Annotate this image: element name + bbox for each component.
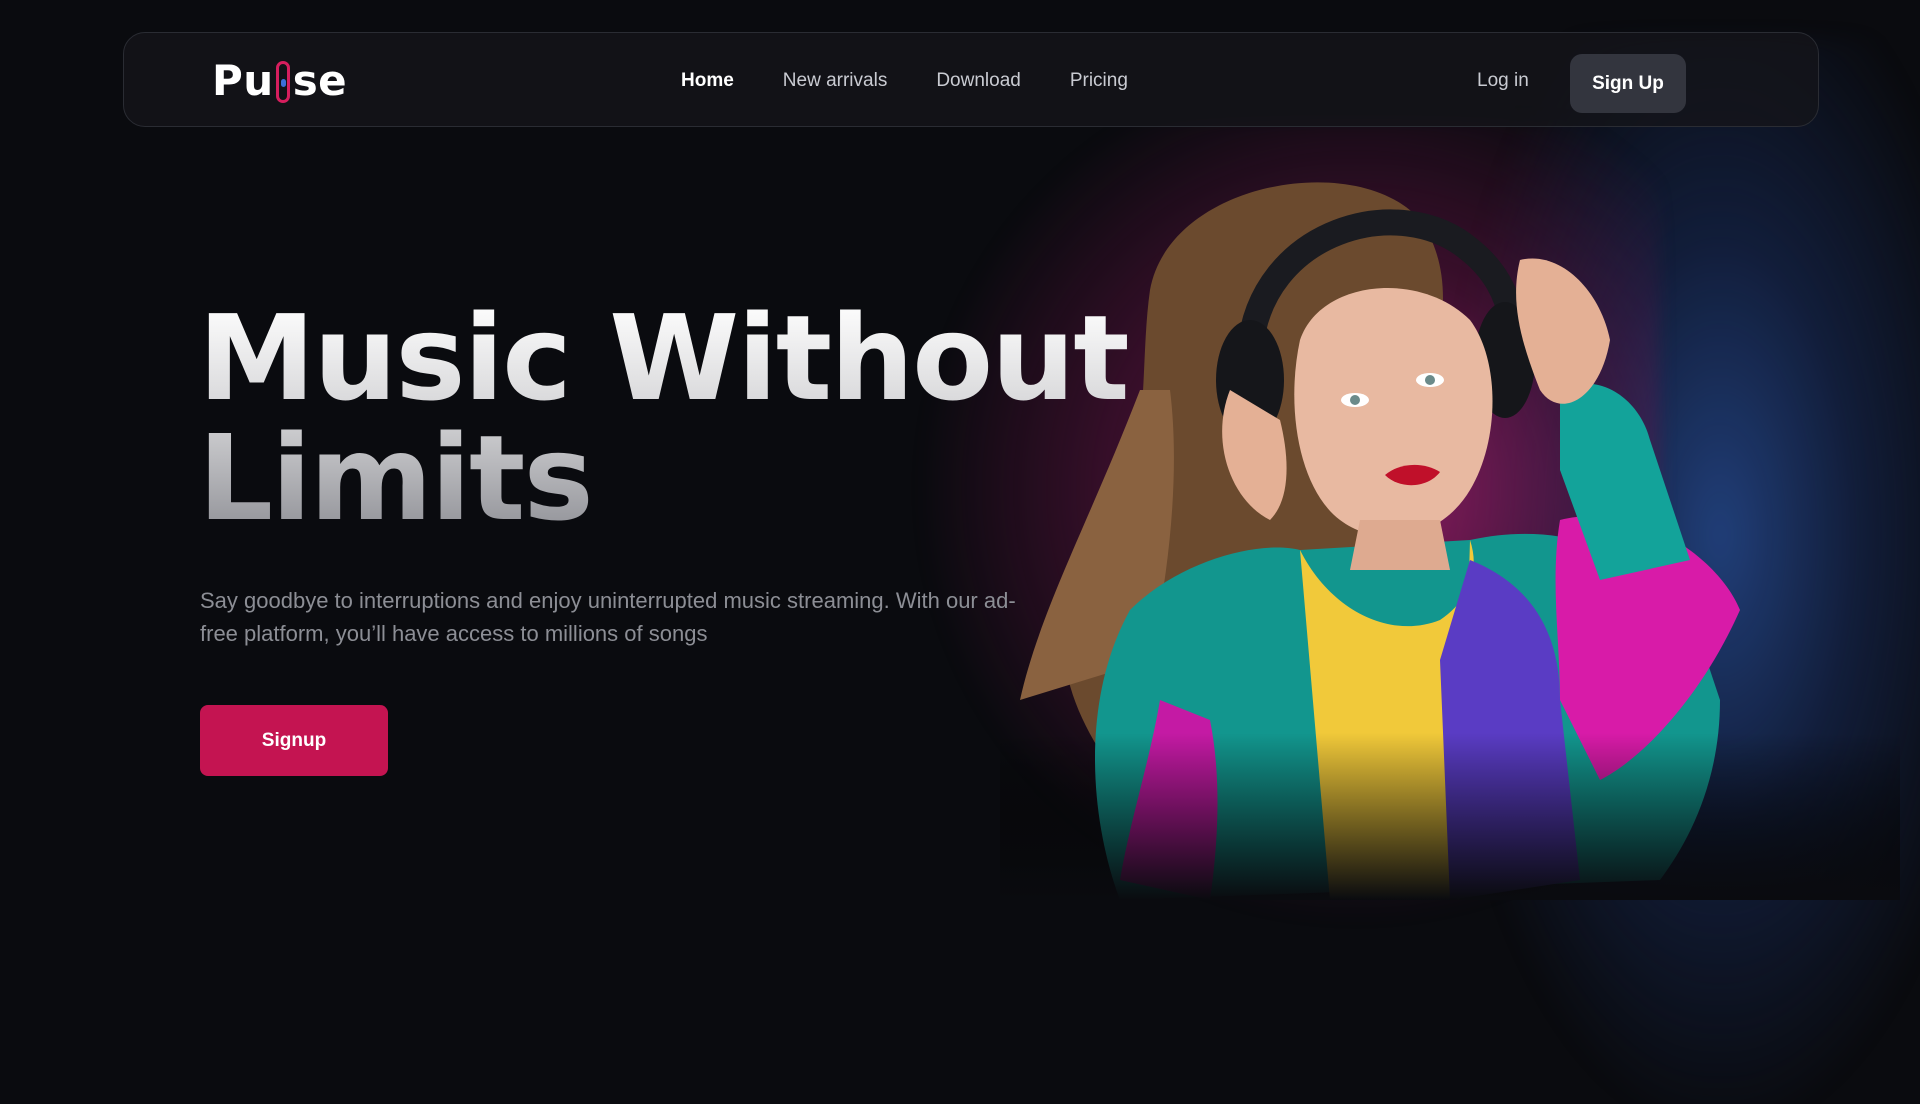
hero-title-line-2: Limits <box>198 409 592 547</box>
logo-text-end: se <box>292 55 348 105</box>
hero-subtitle: Say goodbye to interruptions and enjoy u… <box>200 584 1080 650</box>
pulse-logo[interactable]: Pu se <box>212 55 347 105</box>
signup-cta-button[interactable]: Signup <box>200 705 388 776</box>
main-nav: Home New arrivals Download Pricing <box>681 33 1177 128</box>
login-link[interactable]: Log in <box>1477 33 1529 128</box>
top-navbar: Pu se Home New arrivals Download Pricing… <box>123 32 1819 127</box>
nav-link-download[interactable]: Download <box>936 70 1021 92</box>
hero-subtitle-line-1: Say goodbye to interruptions and enjoy u… <box>200 588 1016 613</box>
hero-title: Music Without Limits <box>198 298 1178 538</box>
nav-link-pricing[interactable]: Pricing <box>1070 70 1128 92</box>
logo-text-start: Pu <box>212 55 274 105</box>
hero-subtitle-line-2: free platform, you’ll have access to mil… <box>200 621 708 646</box>
nav-link-new-arrivals[interactable]: New arrivals <box>783 70 888 92</box>
landing-page: Pu se Home New arrivals Download Pricing… <box>0 0 1920 1104</box>
nav-link-home[interactable]: Home <box>681 70 734 92</box>
hero-title-line-1: Music Without <box>198 289 1128 427</box>
logo-equalizer-icon <box>275 61 290 103</box>
signup-button-nav[interactable]: Sign Up <box>1570 54 1686 113</box>
